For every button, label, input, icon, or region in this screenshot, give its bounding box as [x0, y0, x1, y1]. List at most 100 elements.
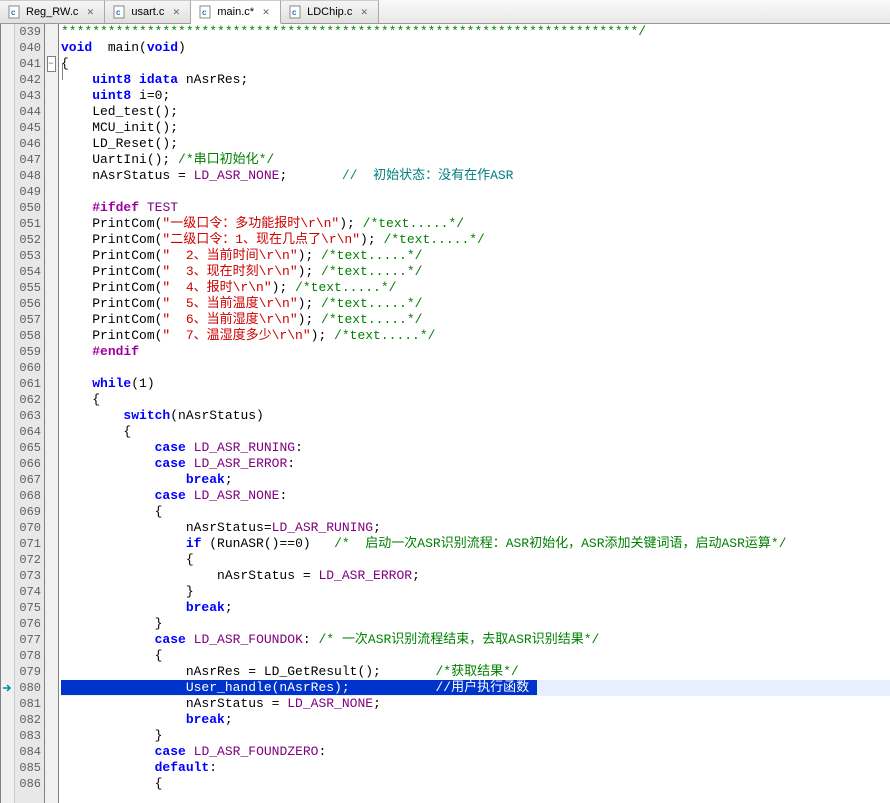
line-number: 045 [15, 120, 41, 136]
code-line[interactable]: if (RunASR()==0) /* 启动一次ASR识别流程：ASR初始化，A… [61, 536, 890, 552]
code-line[interactable]: uint8 i=0; [61, 88, 890, 104]
code-line[interactable]: uint8 idata nAsrRes; [61, 72, 890, 88]
code-line[interactable]: PrintCom(" 3、现在时刻\r\n"); /*text.....*/ [61, 264, 890, 280]
line-number: 061 [15, 376, 41, 392]
code-line[interactable] [61, 360, 890, 376]
fold-toggle-icon[interactable]: − [47, 56, 56, 72]
line-number: 084 [15, 744, 41, 760]
code-line[interactable]: break; [61, 712, 890, 728]
code-line[interactable]: case LD_ASR_FOUNDZERO: [61, 744, 890, 760]
code-line[interactable]: } [61, 728, 890, 744]
line-number: 065 [15, 440, 41, 456]
code-line[interactable]: void main(void) [61, 40, 890, 56]
line-number: 060 [15, 360, 41, 376]
line-number: 063 [15, 408, 41, 424]
line-number: 079 [15, 664, 41, 680]
tab-regrwc[interactable]: cReg_RW.c✕ [0, 0, 105, 23]
code-line[interactable]: { [61, 392, 890, 408]
line-number: 083 [15, 728, 41, 744]
code-line[interactable]: { [61, 552, 890, 568]
code-line[interactable]: case LD_ASR_NONE: [61, 488, 890, 504]
code-line[interactable]: nAsrStatus=LD_ASR_RUNING; [61, 520, 890, 536]
tab-usartc[interactable]: cusart.c✕ [105, 0, 191, 23]
line-number: 086 [15, 776, 41, 792]
line-number: 043 [15, 88, 41, 104]
line-number: 081 [15, 696, 41, 712]
code-line[interactable]: nAsrStatus = LD_ASR_NONE; // 初始状态：没有在作AS… [61, 168, 890, 184]
svg-text:c: c [202, 8, 207, 17]
gutter-markers [1, 24, 15, 803]
code-line[interactable]: ****************************************… [61, 24, 890, 40]
line-number: 048 [15, 168, 41, 184]
code-line[interactable]: nAsrRes = LD_GetResult(); /*获取结果*/ [61, 664, 890, 680]
line-number: 039 [15, 24, 41, 40]
code-line[interactable]: PrintCom(" 6、当前湿度\r\n"); /*text.....*/ [61, 312, 890, 328]
code-line[interactable]: { [61, 648, 890, 664]
code-line[interactable]: LD_Reset(); [61, 136, 890, 152]
code-line[interactable]: default: [61, 760, 890, 776]
line-number: 044 [15, 104, 41, 120]
code-line[interactable]: #endif [61, 344, 890, 360]
line-number: 050 [15, 200, 41, 216]
close-icon[interactable]: ✕ [260, 6, 272, 18]
line-number: 064 [15, 424, 41, 440]
code-line[interactable]: PrintCom(" 4、报时\r\n"); /*text.....*/ [61, 280, 890, 296]
code-line[interactable]: while(1) [61, 376, 890, 392]
code-area[interactable]: ****************************************… [59, 24, 890, 803]
line-number: 040 [15, 40, 41, 56]
line-number: 082 [15, 712, 41, 728]
code-line[interactable]: { [61, 504, 890, 520]
code-line[interactable]: Led_test(); [61, 104, 890, 120]
tab-ldchipc[interactable]: c LDChip.c ✕ [281, 0, 379, 23]
code-line[interactable]: MCU_init(); [61, 120, 890, 136]
code-line[interactable]: PrintCom("二级口令：1、现在几点了\r\n"); /*text....… [61, 232, 890, 248]
current-line-arrow-icon [1, 680, 14, 696]
code-line[interactable]: break; [61, 600, 890, 616]
svg-text:c: c [11, 8, 16, 17]
code-line[interactable]: switch(nAsrStatus) [61, 408, 890, 424]
fold-gutter: − [45, 24, 59, 803]
code-line[interactable]: User_handle(nAsrRes); //用户执行函数 [61, 680, 890, 696]
code-line[interactable]: case LD_ASR_ERROR: [61, 456, 890, 472]
code-line[interactable]: nAsrStatus = LD_ASR_NONE; [61, 696, 890, 712]
code-line[interactable]: { [61, 56, 890, 72]
line-number: 072 [15, 552, 41, 568]
code-line[interactable]: PrintCom(" 5、当前温度\r\n"); /*text.....*/ [61, 296, 890, 312]
line-number: 073 [15, 568, 41, 584]
code-line[interactable]: } [61, 584, 890, 600]
tab-mainc[interactable]: c main.c* ✕ [191, 0, 281, 24]
tab-label: LDChip.c [307, 6, 352, 18]
line-number: 062 [15, 392, 41, 408]
line-number: 049 [15, 184, 41, 200]
code-line[interactable]: { [61, 424, 890, 440]
c-file-icon: c [113, 5, 127, 19]
c-file-icon: c [289, 5, 303, 19]
close-icon[interactable]: ✕ [170, 6, 182, 18]
line-number: 052 [15, 232, 41, 248]
code-line[interactable]: nAsrStatus = LD_ASR_ERROR; [61, 568, 890, 584]
code-line[interactable]: { [61, 776, 890, 792]
code-line[interactable]: PrintCom("一级口令：多功能报时\r\n"); /*text.....*… [61, 216, 890, 232]
line-number: 056 [15, 296, 41, 312]
code-line[interactable]: PrintCom(" 2、当前时间\r\n"); /*text.....*/ [61, 248, 890, 264]
code-line[interactable]: UartIni(); /*串口初始化*/ [61, 152, 890, 168]
code-line[interactable]: PrintCom(" 7、温湿度多少\r\n"); /*text.....*/ [61, 328, 890, 344]
code-line[interactable]: } [61, 616, 890, 632]
code-line[interactable] [61, 184, 890, 200]
tab-label: main.c* [217, 6, 254, 18]
c-file-icon: c [199, 5, 213, 19]
line-number: 042 [15, 72, 41, 88]
code-line[interactable]: case LD_ASR_FOUNDOK: /* 一次ASR识别流程结束，去取AS… [61, 632, 890, 648]
close-icon[interactable]: ✕ [84, 6, 96, 18]
line-number-gutter: 0390400410420430440450460470480490500510… [15, 24, 45, 803]
code-line[interactable]: case LD_ASR_RUNING: [61, 440, 890, 456]
line-number: 053 [15, 248, 41, 264]
line-number: 074 [15, 584, 41, 600]
line-number: 058 [15, 328, 41, 344]
line-number: 069 [15, 504, 41, 520]
code-line[interactable]: #ifdef TEST [61, 200, 890, 216]
close-icon[interactable]: ✕ [358, 6, 370, 18]
line-number: 076 [15, 616, 41, 632]
code-line[interactable]: break; [61, 472, 890, 488]
line-number: 047 [15, 152, 41, 168]
